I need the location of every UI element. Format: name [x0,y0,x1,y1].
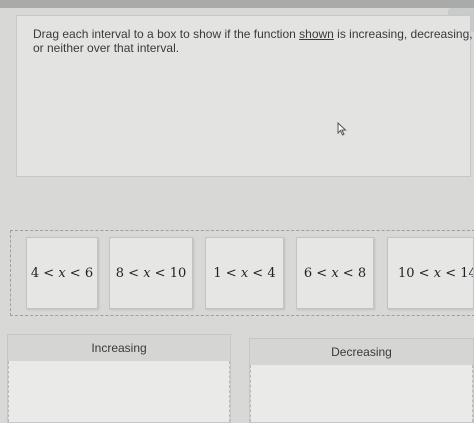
interval-variable: x [240,265,249,281]
interval-variable: x [433,265,442,281]
decreasing-drop-zone[interactable]: Decreasing [249,338,474,423]
interval-high: 8 [357,265,367,281]
interval-chip[interactable]: 8 < x < 10 [109,237,193,309]
interval-low: 1 [213,265,222,281]
interval-high: 14 [460,265,473,281]
top-strip [0,0,474,8]
zone-header-decreasing: Decreasing [250,339,473,365]
interval-low: 4 [30,265,40,281]
interval-high: 10 [169,265,187,281]
interval-chip[interactable]: 6 < x < 8 [296,237,374,309]
decreasing-label: Decreasing [331,345,392,359]
question-prompt: Drag each interval to a box to show if t… [33,27,473,55]
increasing-drop-area[interactable] [8,361,230,422]
increasing-drop-zone[interactable]: Increasing [7,334,231,423]
zone-header-increasing: Increasing [8,335,230,361]
prompt-text-start: Drag each interval to a box to show if t… [33,27,300,41]
interval-variable: x [58,265,66,281]
interval-high: 6 [84,265,94,281]
increasing-label: Increasing [91,341,147,355]
interval-variable: x [143,265,151,281]
mouse-pointer-icon [337,122,347,136]
interval-low: 8 [115,265,125,281]
question-panel: Drag each interval to a box to show if t… [16,15,473,177]
decreasing-drop-area[interactable] [250,365,473,422]
prompt-text-underlined: shown [299,27,334,41]
interval-chip[interactable]: 10 < x < 14 [387,237,474,309]
interval-variable: x [331,265,339,281]
interval-low: 10 [398,265,415,281]
interval-low: 6 [303,265,313,281]
interval-chip[interactable]: 4 < x < 6 [26,237,98,309]
interval-high: 4 [267,265,276,281]
interval-chip[interactable]: 1 < x < 4 [205,237,284,309]
